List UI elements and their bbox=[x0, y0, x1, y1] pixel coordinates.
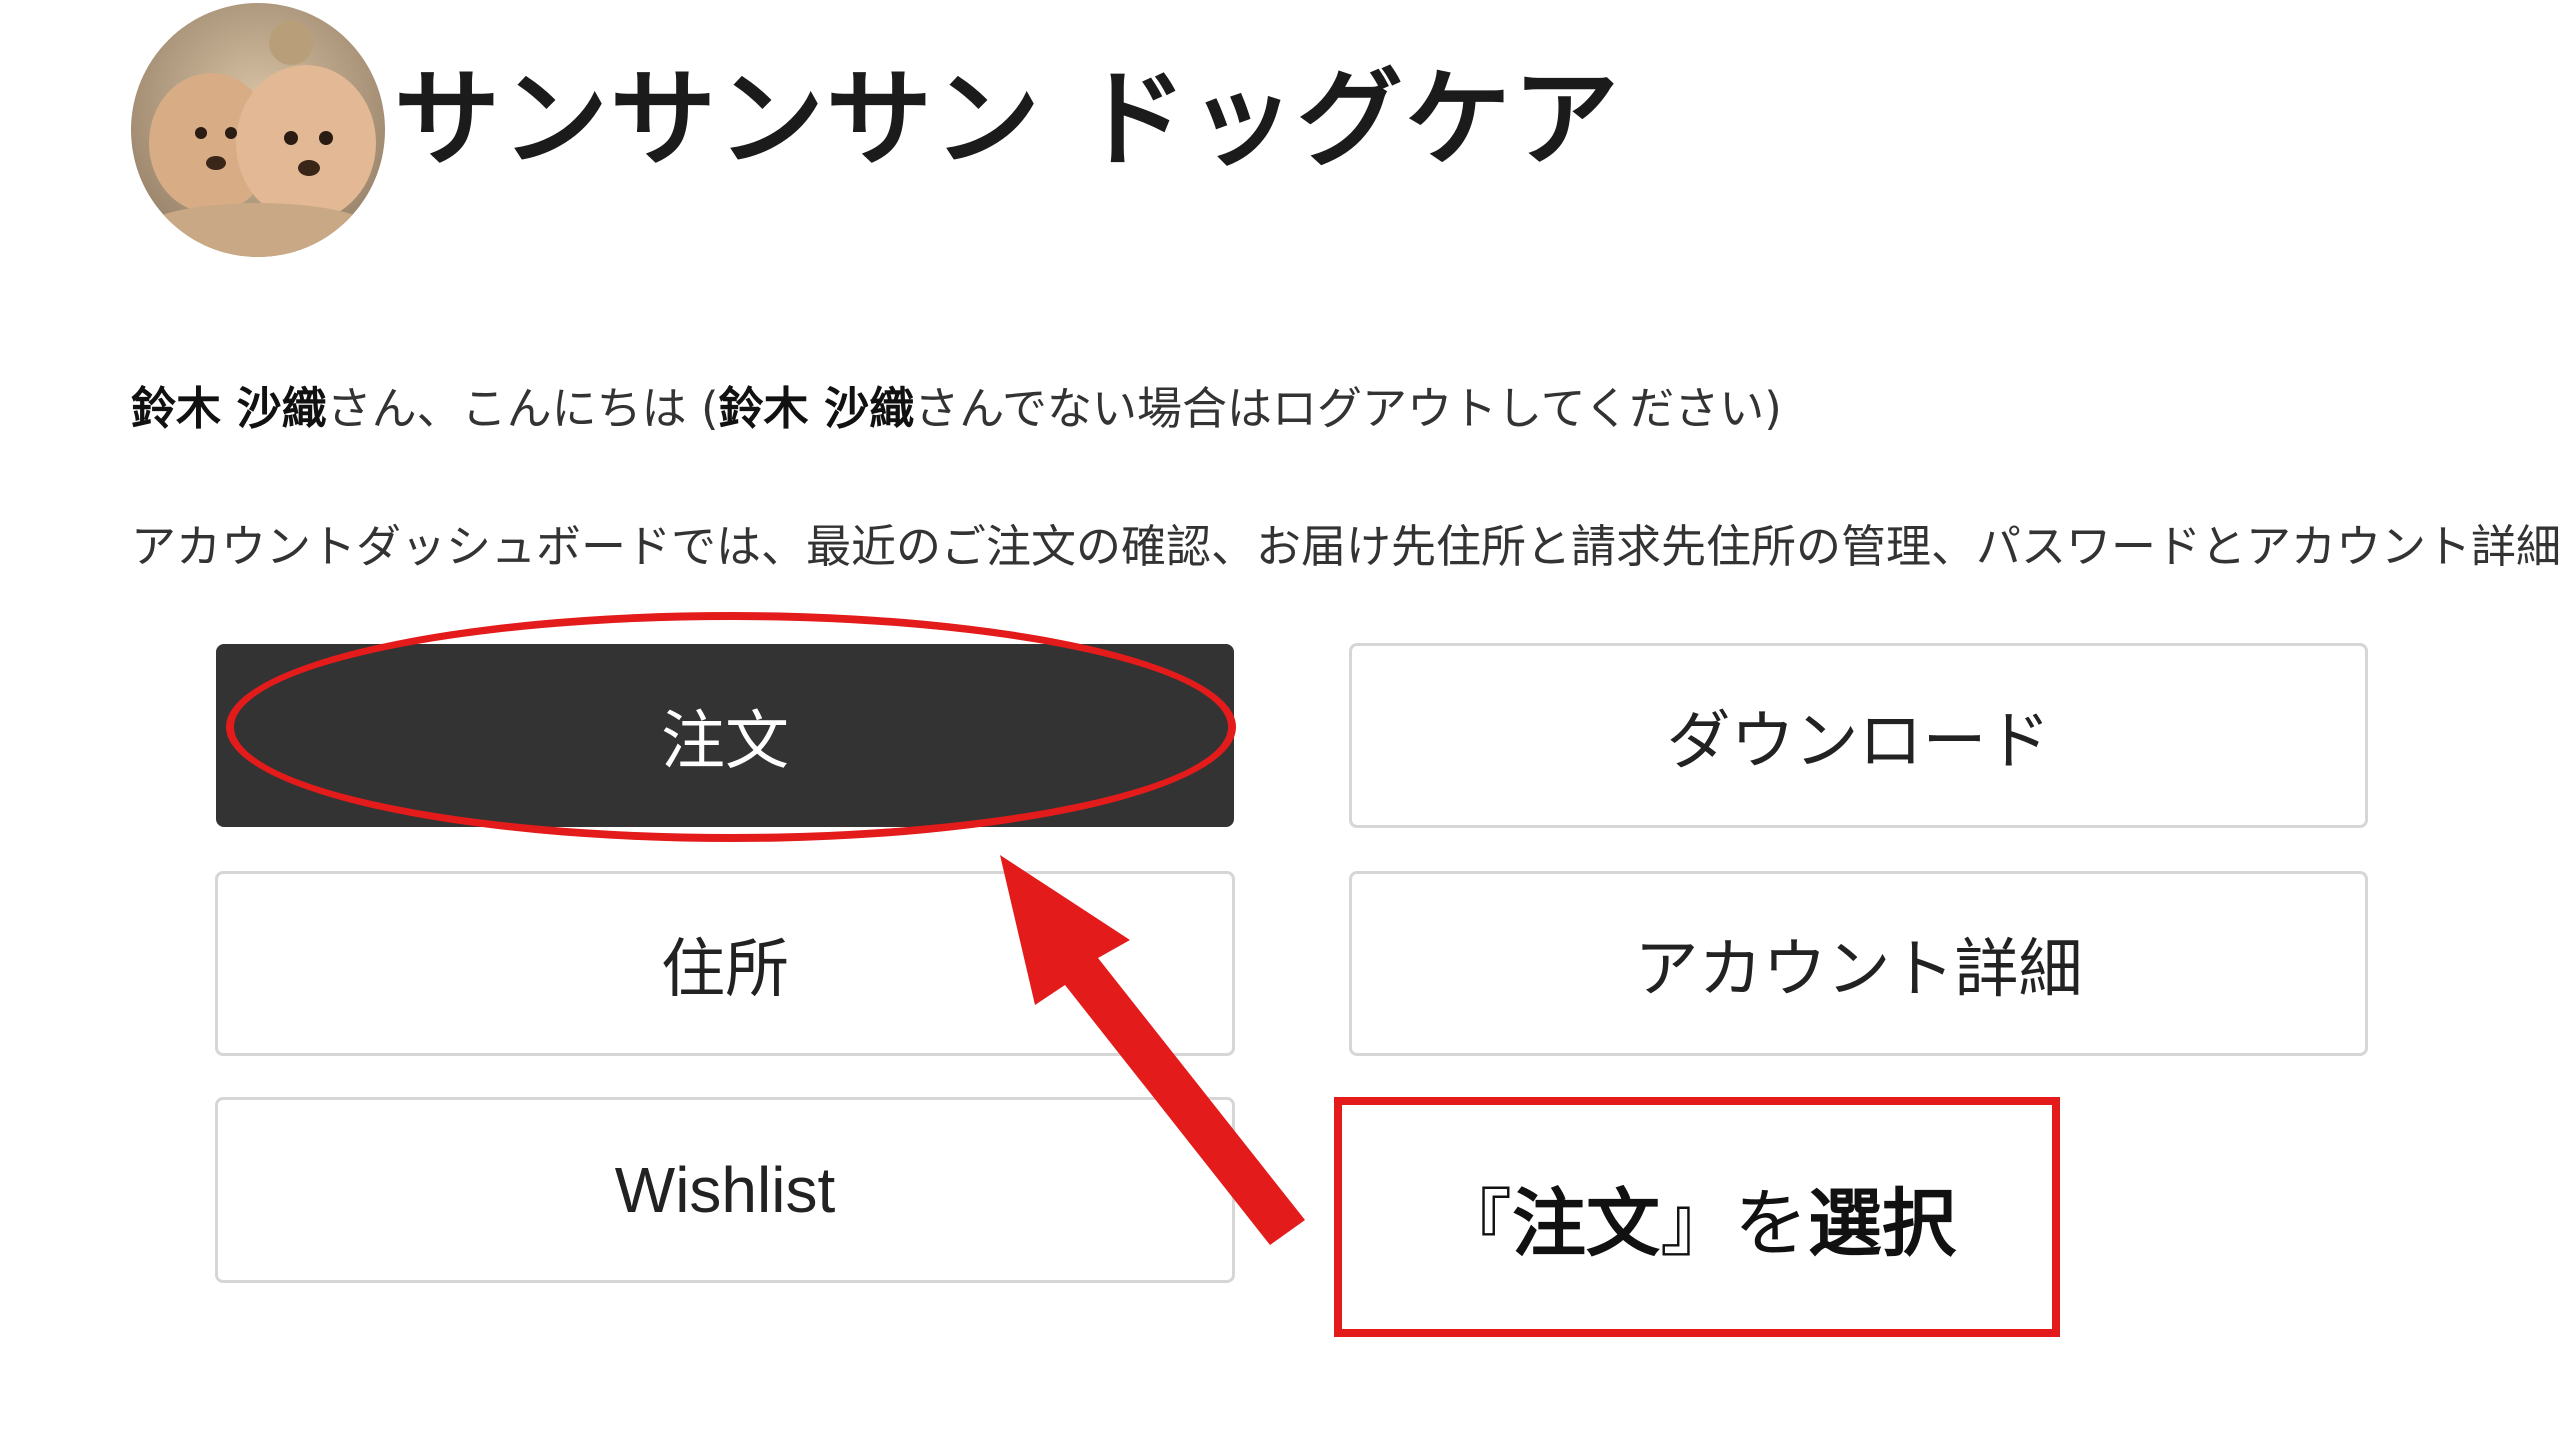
instruction-callout: 『注文』を選択 bbox=[1334, 1097, 2060, 1337]
nav-account-details-button[interactable]: アカウント詳細 bbox=[1349, 871, 2368, 1056]
user-name-2: 鈴木 沙織 bbox=[718, 382, 915, 435]
greeting-part-1: さん、こんにちは ( bbox=[326, 382, 719, 435]
callout-action: 選択 bbox=[1808, 1180, 1956, 1267]
site-title[interactable]: サンサンサン ドッグケア bbox=[394, 56, 1621, 183]
user-name: 鈴木 沙織 bbox=[131, 382, 327, 435]
logout-hint[interactable]: さんでない場合はログアウトしてください) bbox=[914, 382, 1782, 435]
nav-orders-button[interactable]: 注文 bbox=[216, 644, 1234, 827]
dog-photo-icon bbox=[131, 3, 385, 257]
callout-suffix: 』 bbox=[1660, 1180, 1734, 1267]
nav-addresses-label: 住所 bbox=[661, 932, 789, 1007]
nav-downloads-label: ダウンロード bbox=[1666, 704, 2051, 779]
callout-target: 注文 bbox=[1512, 1180, 1660, 1267]
dashboard-description: アカウントダッシュボードでは、最近のご注文の確認、お届け先住所と請求先住所の管理… bbox=[131, 520, 2560, 573]
site-logo-avatar[interactable] bbox=[131, 3, 385, 257]
greeting-text: 鈴木 沙織さん、こんにちは (鈴木 沙織さんでない場合はログアウトしてください) bbox=[131, 372, 1782, 437]
nav-account-details-label: アカウント詳細 bbox=[1634, 932, 2083, 1007]
callout-prefix: 『 bbox=[1438, 1180, 1512, 1267]
nav-downloads-button[interactable]: ダウンロード bbox=[1349, 643, 2368, 828]
nav-addresses-button[interactable]: 住所 bbox=[215, 871, 1235, 1056]
nav-wishlist-label: Wishlist bbox=[614, 1154, 836, 1226]
my-account-page: サンサンサン ドッグケア 鈴木 沙織さん、こんにちは (鈴木 沙織さんでない場合… bbox=[0, 0, 2560, 1441]
nav-orders-label: 注文 bbox=[661, 704, 789, 779]
callout-particle: を bbox=[1734, 1180, 1808, 1267]
nav-wishlist-button[interactable]: Wishlist bbox=[215, 1097, 1235, 1283]
